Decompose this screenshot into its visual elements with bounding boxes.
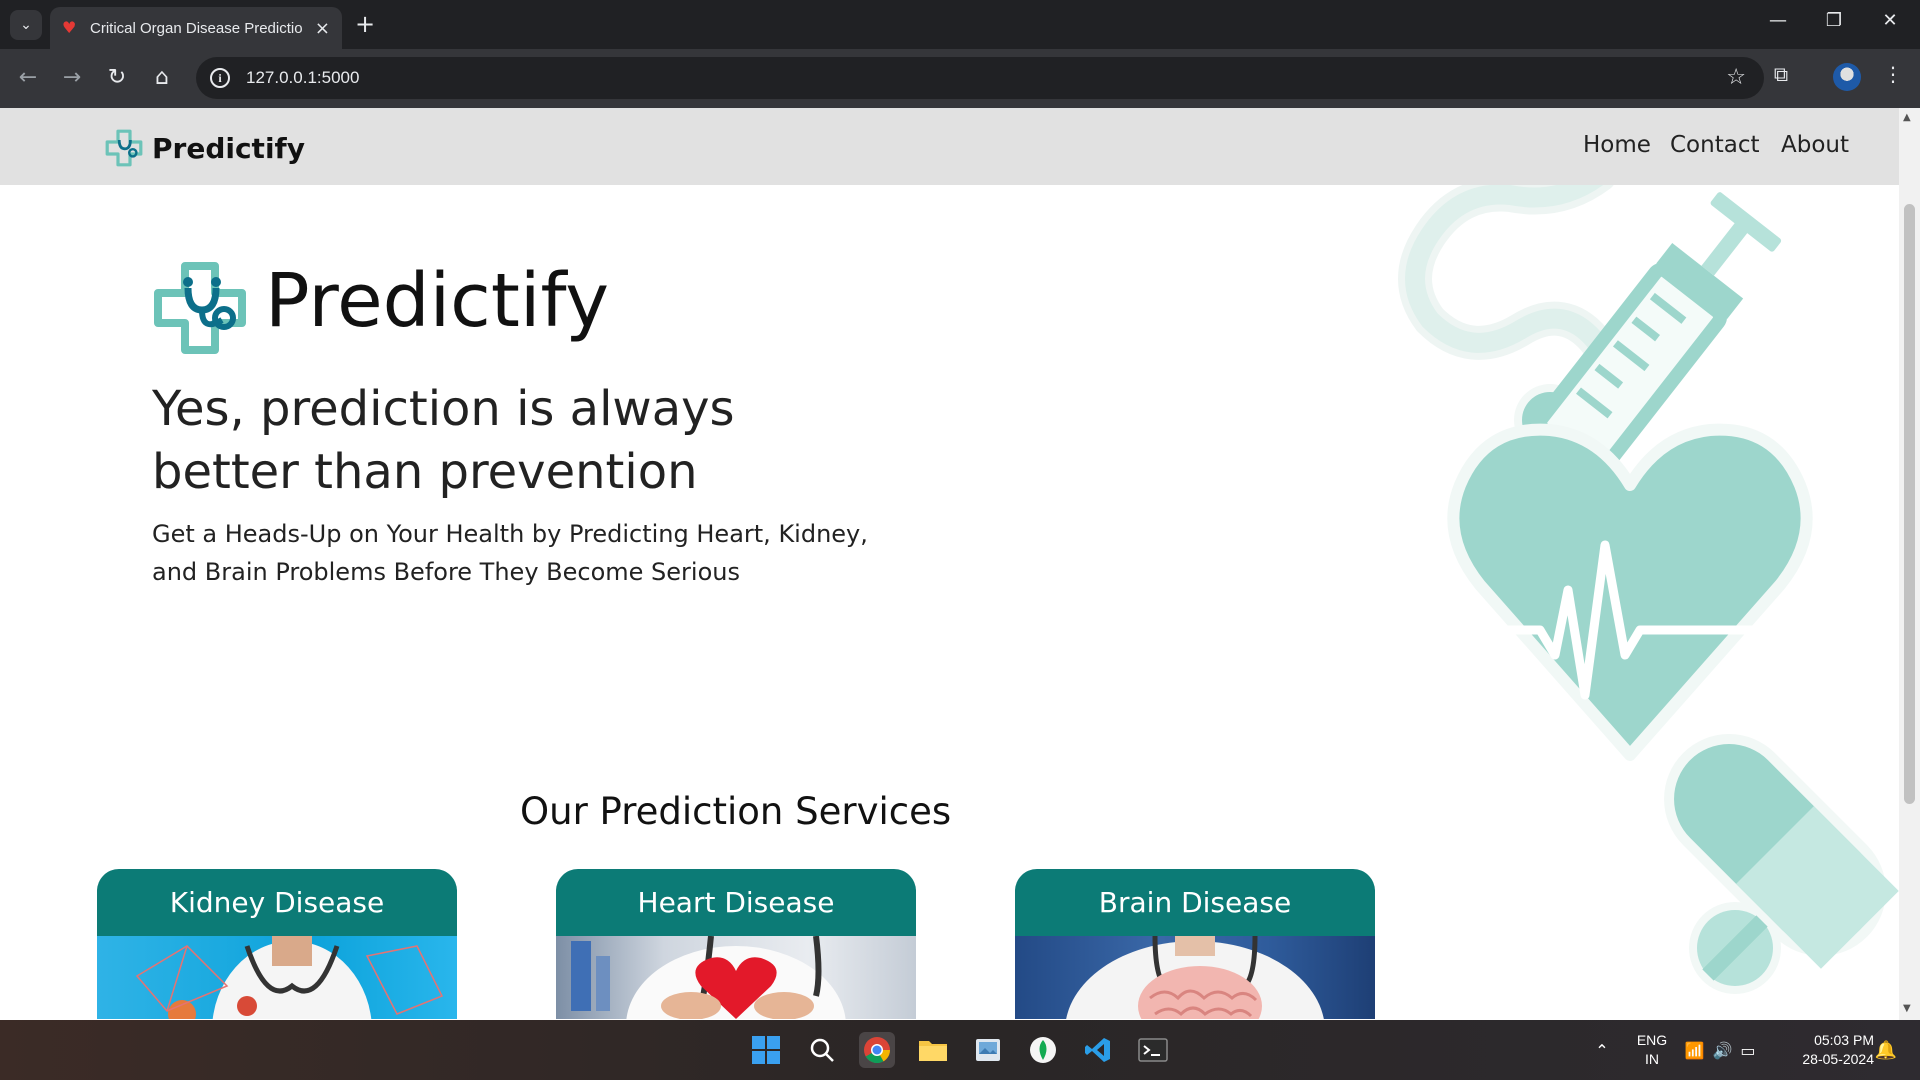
kidney-disease-card[interactable]: Kidney Disease: [97, 869, 457, 1019]
hero-subheading: Get a Heads-Up on Your Health by Predict…: [152, 520, 868, 586]
kidney-doctor-image: [97, 936, 457, 1019]
card-title: Brain Disease: [1015, 869, 1375, 936]
clock-time: 05:03 PM: [1814, 1032, 1874, 1048]
profile-avatar[interactable]: [1833, 63, 1861, 91]
address-bar[interactable]: i 127.0.0.1:5000 ☆: [196, 57, 1764, 99]
hero-brand-title: Predictify: [265, 258, 609, 344]
hero-heading: Yes, prediction is always better than pr…: [152, 381, 735, 500]
medical-illustration: [1398, 185, 1899, 994]
medical-cross-logo-icon: [105, 129, 143, 167]
chrome-taskbar-icon[interactable]: [859, 1032, 895, 1068]
vscode-icon[interactable]: [1080, 1032, 1116, 1068]
heart-disease-card[interactable]: Heart Disease: [556, 869, 916, 1019]
browser-tab-bar: ⌄ ♥ Critical Organ Disease Predictio × +…: [0, 0, 1920, 49]
battery-icon: ▭: [1740, 1040, 1756, 1060]
extensions-icon[interactable]: ⧉: [1765, 62, 1797, 86]
tab-title: Critical Organ Disease Predictio: [90, 19, 303, 37]
new-tab-button[interactable]: +: [355, 11, 375, 37]
scroll-down-arrow-icon[interactable]: ▼: [1903, 1003, 1911, 1014]
wifi-icon: 📶: [1684, 1040, 1705, 1060]
heart-doctor-image: [556, 935, 916, 1019]
close-tab-icon[interactable]: ×: [315, 18, 330, 39]
network-volume-battery-tray[interactable]: 📶 🔊 ▭: [1680, 1032, 1760, 1068]
brain-doctor-image: [1015, 935, 1375, 1019]
url-text: 127.0.0.1:5000: [246, 68, 360, 87]
site-brand[interactable]: Predictify: [104, 128, 305, 168]
region-code: IN: [1645, 1051, 1659, 1067]
mongodb-compass-icon[interactable]: [1025, 1032, 1061, 1068]
hero-logo: [150, 258, 250, 362]
minimize-window-icon[interactable]: —: [1758, 10, 1798, 31]
chevron-down-icon: ⌄: [20, 17, 32, 33]
home-icon[interactable]: ⌂: [146, 62, 178, 94]
nav-home-link[interactable]: Home: [1583, 132, 1651, 158]
tab-search-button[interactable]: ⌄: [10, 10, 42, 40]
clock[interactable]: 05:03 PM 28-05-2024: [1778, 1031, 1874, 1069]
notification-bell-icon[interactable]: 🔔: [1868, 1032, 1904, 1068]
round-pill-icon: [1689, 902, 1781, 994]
site-info-icon[interactable]: i: [210, 68, 230, 88]
browser-menu-icon[interactable]: ⋮: [1877, 62, 1909, 86]
card-title: Kidney Disease: [97, 869, 457, 936]
card-title: Heart Disease: [556, 869, 916, 936]
restore-window-icon[interactable]: ❐: [1814, 10, 1854, 31]
back-arrow-icon[interactable]: ←: [12, 62, 44, 94]
site-navbar: Predictify Home Contact About: [0, 108, 1899, 185]
clock-date: 28-05-2024: [1802, 1051, 1874, 1067]
input-language[interactable]: ENG IN: [1630, 1031, 1674, 1069]
page-scrollbar[interactable]: ▲ ▼: [1899, 108, 1920, 1020]
show-hidden-icons-chevron-icon[interactable]: ⌃: [1584, 1032, 1620, 1068]
terminal-icon[interactable]: [1135, 1032, 1171, 1068]
close-window-icon[interactable]: ✕: [1870, 10, 1910, 31]
photos-app-icon[interactable]: [970, 1032, 1006, 1068]
medical-cross-logo-icon: [154, 262, 246, 354]
scrollbar-thumb[interactable]: [1904, 204, 1915, 804]
language-code: ENG: [1636, 1032, 1668, 1048]
windows-taskbar: ⌃ ENG IN 📶 🔊 ▭ 05:03 PM 28-05-2024 🔔: [0, 1020, 1920, 1080]
scroll-up-arrow-icon[interactable]: ▲: [1903, 112, 1911, 123]
nav-contact-link[interactable]: Contact: [1670, 132, 1759, 158]
services-title: Our Prediction Services: [520, 790, 952, 833]
search-icon[interactable]: [804, 1032, 840, 1068]
heart-pulse-icon: [1447, 423, 1813, 761]
heart-favicon-icon: ♥: [62, 18, 77, 37]
bookmark-star-icon[interactable]: ☆: [1726, 65, 1746, 90]
nav-about-link[interactable]: About: [1781, 132, 1849, 158]
file-explorer-icon[interactable]: [915, 1032, 951, 1068]
windows-start-icon[interactable]: [748, 1032, 784, 1068]
reload-icon[interactable]: ↻: [101, 62, 133, 94]
browser-toolbar: ← → ↻ ⌂ i 127.0.0.1:5000 ☆ ⧉ ⋮: [0, 49, 1920, 108]
forward-arrow-icon[interactable]: →: [56, 62, 88, 94]
browser-tab-active[interactable]: ♥ Critical Organ Disease Predictio ×: [50, 7, 342, 49]
brain-disease-card[interactable]: Brain Disease: [1015, 869, 1375, 1019]
volume-icon: 🔊: [1712, 1040, 1733, 1060]
brand-name: Predictify: [152, 131, 305, 165]
